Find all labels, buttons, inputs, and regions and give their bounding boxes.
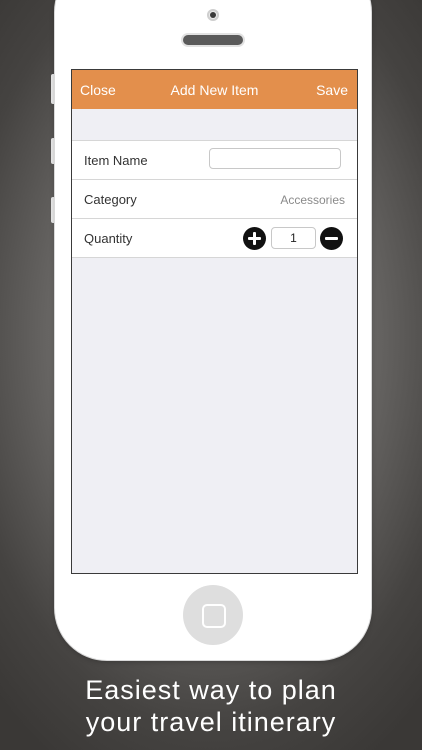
item-name-row: Item Name (72, 141, 357, 180)
home-button-icon (202, 604, 226, 628)
caption-line-1: Easiest way to plan (85, 675, 337, 705)
page-title: Add New Item (170, 82, 259, 98)
quantity-stepper[interactable]: 1 (271, 227, 316, 249)
navigation-bar: Close Add New Item Save (72, 70, 357, 109)
category-row[interactable]: Category Accessories (72, 180, 357, 219)
save-button[interactable]: Save (316, 82, 348, 98)
item-form: Item Name Category Accessories Quantity … (72, 140, 357, 258)
plus-circle-icon[interactable] (243, 227, 266, 250)
earpiece-speaker (183, 35, 243, 45)
home-button[interactable] (183, 585, 243, 645)
category-value[interactable]: Accessories (280, 193, 345, 207)
quantity-label: Quantity (84, 231, 133, 246)
caption-line-2: your travel itinerary (85, 707, 337, 737)
item-name-input[interactable] (209, 148, 341, 169)
app-screen: Close Add New Item Save Item Name Catego… (71, 69, 358, 574)
front-camera (207, 9, 219, 21)
item-name-label: Item Name (84, 153, 148, 168)
category-label: Category (84, 192, 137, 207)
quantity-row: Quantity 1 (72, 219, 357, 258)
minus-circle-icon[interactable] (320, 227, 343, 250)
